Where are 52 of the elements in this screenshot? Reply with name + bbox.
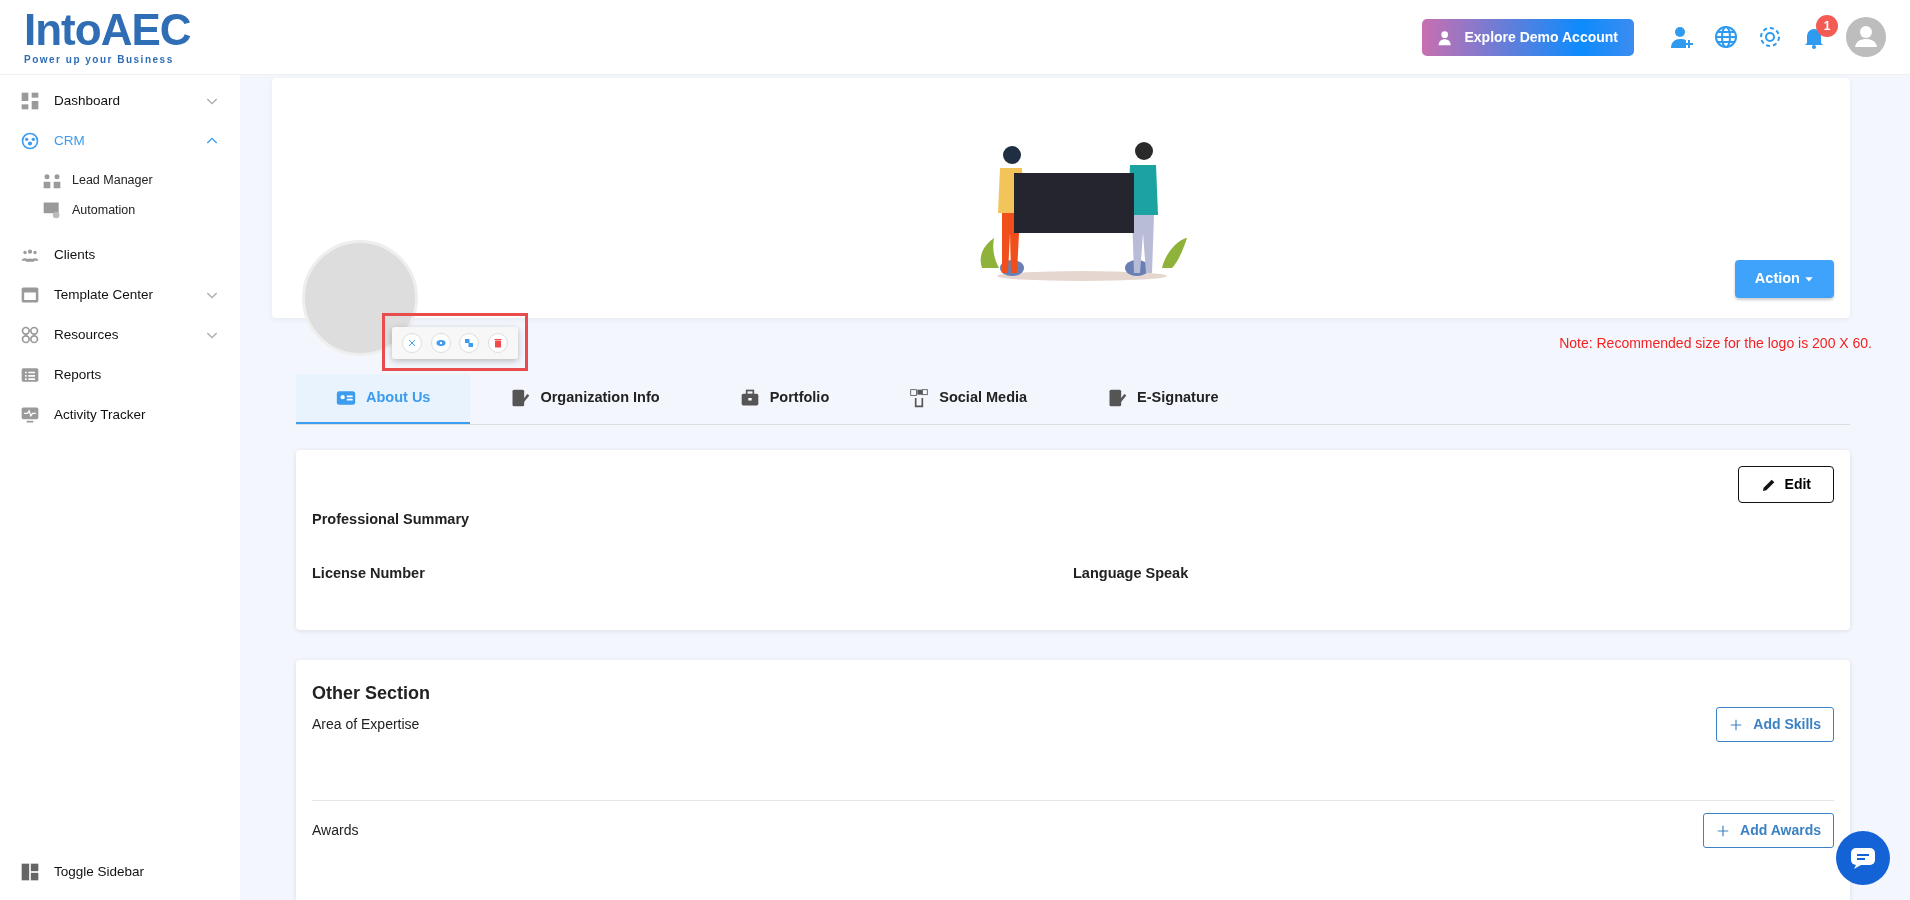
- sidebar-subitem[interactable]: Lead Manager: [0, 165, 240, 195]
- gear-screen-icon: [42, 200, 62, 220]
- document-pen-icon: [510, 388, 531, 408]
- sidebar-item[interactable]: Resources: [0, 315, 240, 355]
- add-user-icon[interactable]: [1670, 25, 1694, 49]
- toggle-sidebar-button[interactable]: Toggle Sidebar: [0, 852, 240, 892]
- notification-count: 1: [1816, 15, 1838, 37]
- section-label: Awards: [312, 821, 359, 840]
- logo[interactable]: IntoAEC Power up your Business: [24, 7, 191, 67]
- swap-icon: [463, 337, 476, 349]
- plus-icon: [1729, 717, 1744, 732]
- globe-icon[interactable]: [1714, 25, 1738, 49]
- nodes-icon: [20, 325, 40, 345]
- sidebar-item[interactable]: Reports: [0, 355, 240, 395]
- edit-button[interactable]: Edit: [1737, 466, 1834, 503]
- id-card-icon: [336, 388, 356, 408]
- eye-icon: [434, 337, 447, 349]
- tab[interactable]: Portfolio: [699, 374, 870, 424]
- trash-button[interactable]: [487, 333, 508, 353]
- briefcase-icon: [739, 388, 760, 408]
- add-button[interactable]: Add Skills: [1716, 707, 1834, 742]
- add-button[interactable]: Add Awards: [1703, 813, 1834, 848]
- window-icon: [20, 285, 40, 305]
- tab[interactable]: Social Media: [869, 374, 1068, 424]
- sidebar-item[interactable]: Template Center: [0, 275, 240, 315]
- swap-button[interactable]: [459, 333, 480, 353]
- section-label: Area of Expertise: [312, 715, 420, 734]
- team-icon: [20, 131, 40, 151]
- plus-icon: [1716, 823, 1731, 838]
- tab[interactable]: Organization Info: [470, 374, 700, 424]
- list-icon: [20, 365, 40, 385]
- logo-size-note: Note: Recommended size for the logo is 200 X 60.: [1559, 334, 1872, 353]
- monitor-icon: [20, 405, 40, 425]
- sidebar-item[interactable]: Clients: [0, 235, 240, 275]
- tab[interactable]: E-Signature: [1067, 374, 1259, 424]
- layout-icon: [20, 862, 40, 882]
- sidebar-subitem[interactable]: Automation: [0, 195, 240, 225]
- close-button[interactable]: [402, 333, 423, 353]
- section-title: Other Section: [312, 682, 432, 705]
- avatar-icon[interactable]: [1846, 17, 1886, 57]
- eye-button[interactable]: [430, 333, 451, 353]
- document-pen-icon: [1107, 388, 1128, 408]
- field-label: Language Speak: [1073, 564, 1189, 581]
- field-label: Professional Summary: [312, 510, 471, 529]
- settings-icon[interactable]: [1758, 25, 1782, 49]
- chat-icon: [1850, 847, 1876, 869]
- sidebar-item[interactable]: Dashboard: [0, 81, 240, 121]
- sidebar-item[interactable]: Activity Tracker: [0, 395, 240, 435]
- field-label: License Number: [312, 564, 425, 581]
- demo-account-button[interactable]: Explore Demo Account: [1422, 18, 1634, 56]
- grid-icon: [20, 91, 40, 111]
- social-grid-icon: [909, 388, 930, 408]
